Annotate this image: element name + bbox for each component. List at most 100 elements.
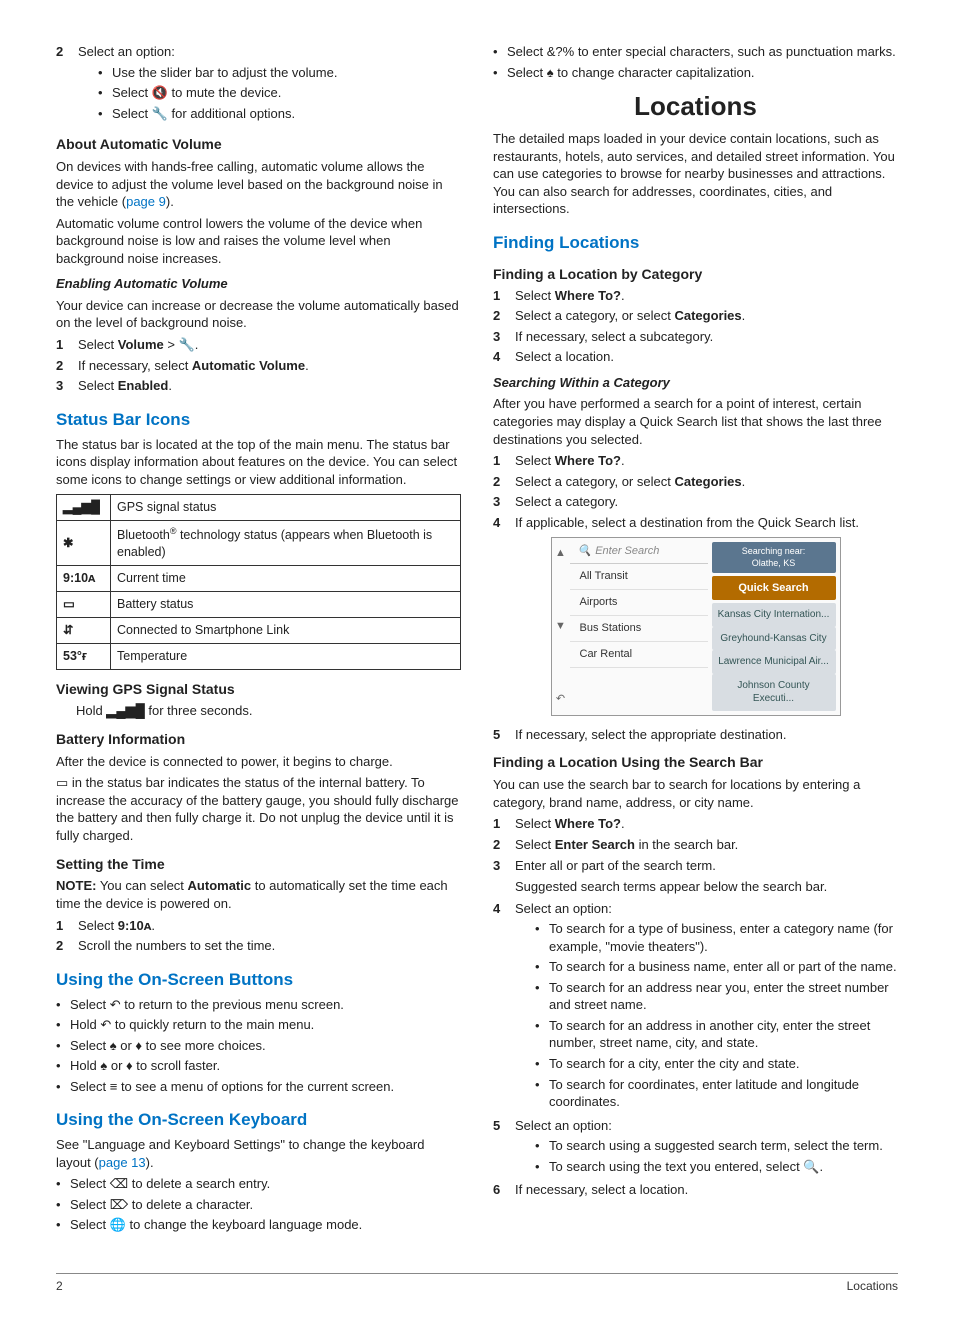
paragraph: Hold ▂▄▆█ for three seconds. <box>76 702 461 720</box>
step-text: Select 9:10ᴀ. <box>78 917 461 935</box>
step-number: 4 <box>493 514 507 532</box>
list-item: Select ≡ to see a menu of options for th… <box>56 1078 461 1096</box>
list-item: To search for coordinates, enter latitud… <box>535 1076 898 1111</box>
page-footer: 2 Locations <box>56 1273 898 1294</box>
list-item: Select ♠ or ♦ to see more choices. <box>56 1037 461 1055</box>
heading-finding-locations: Finding Locations <box>493 232 898 255</box>
heading-battery-info: Battery Information <box>56 730 461 749</box>
step-number: 1 <box>56 336 70 354</box>
step-number: 1 <box>56 917 70 935</box>
list-item: Select 🌐 to change the keyboard language… <box>56 1216 461 1234</box>
search-icon: 🔍 <box>578 544 592 559</box>
heading-on-screen-buttons: Using the On-Screen Buttons <box>56 969 461 992</box>
list-item: To search for a type of business, enter … <box>535 920 898 955</box>
step-text: Scroll the numbers to set the time. <box>78 937 461 955</box>
option-item: Use the slider bar to adjust the volume. <box>98 64 461 82</box>
step-number: 5 <box>493 726 507 744</box>
step-number: 5 <box>493 1117 507 1135</box>
quick-search-destination[interactable]: Lawrence Municipal Air... <box>712 650 836 674</box>
step-number: 3 <box>493 857 507 875</box>
list-item: To search for an address near you, enter… <box>535 979 898 1014</box>
step-number: 2 <box>493 836 507 854</box>
left-column: 2 Select an option: Use the slider bar t… <box>56 40 461 1237</box>
category-list-item[interactable]: Airports <box>570 590 708 616</box>
status-icons-table: ▂▄▆█GPS signal status✱Bluetooth® technol… <box>56 494 461 669</box>
status-icon-desc: Connected to Smartphone Link <box>111 617 461 643</box>
step-text: If applicable, select a destination from… <box>515 514 898 532</box>
heading-setting-time: Setting the Time <box>56 855 461 874</box>
up-arrow-icon: ▲ <box>555 546 566 561</box>
step-text: Select Where To?. <box>515 287 898 305</box>
step-text: If necessary, select the appropriate des… <box>515 727 786 742</box>
note: NOTE: You can select Automatic to automa… <box>56 877 461 912</box>
step-text: If necessary, select Automatic Volume. <box>78 357 461 375</box>
paragraph: See "Language and Keyboard Settings" to … <box>56 1136 461 1171</box>
heading-status-bar-icons: Status Bar Icons <box>56 409 461 432</box>
paragraph: ▭ in the status bar indicates the status… <box>56 774 461 844</box>
heading-about-automatic-volume: About Automatic Volume <box>56 135 461 154</box>
step-text: Select an option: <box>515 1118 612 1133</box>
step-text: Select a category, or select Categories. <box>515 307 898 325</box>
right-column: Select &?% to enter special characters, … <box>493 40 898 1237</box>
step-text: Select Where To?. <box>515 452 898 470</box>
page-link[interactable]: page 13 <box>99 1155 146 1170</box>
status-icon-glyph: 53°ғ <box>57 643 111 669</box>
status-icon-glyph: 9:10ᴀ <box>57 566 111 592</box>
step-number: 4 <box>493 900 507 918</box>
step-number: 2 <box>56 357 70 375</box>
paragraph: The status bar is located at the top of … <box>56 436 461 489</box>
step-text: Select an option: <box>515 901 612 916</box>
status-icon-desc: Current time <box>111 566 461 592</box>
quick-search-destination[interactable]: Johnson County Executi... <box>712 674 836 711</box>
status-icon-desc: Battery status <box>111 591 461 617</box>
option-item: Select 🔧 for additional options. <box>98 105 461 123</box>
step-text: If necessary, select a subcategory. <box>515 328 898 346</box>
step-number: 1 <box>493 452 507 470</box>
status-icon-desc: Bluetooth® technology status (appears wh… <box>111 521 461 566</box>
page-link[interactable]: page 9 <box>126 194 166 209</box>
paragraph: Suggested search terms appear below the … <box>515 878 898 896</box>
quick-search-button[interactable]: Quick Search <box>712 576 836 601</box>
step-number: 2 <box>56 43 70 61</box>
paragraph: The detailed maps loaded in your device … <box>493 130 898 218</box>
heading-by-category: Finding a Location by Category <box>493 265 898 284</box>
device-screenshot: ▲ ▼ ↶ 🔍 Enter Search All TransitAirports… <box>551 537 841 716</box>
heading-searching-within-category: Searching Within a Category <box>493 374 898 392</box>
paragraph: On devices with hands-free calling, auto… <box>56 158 461 211</box>
chapter-title: Locations <box>493 89 898 124</box>
down-arrow-icon: ▼ <box>555 619 566 634</box>
step-number: 3 <box>56 377 70 395</box>
status-icon-glyph: ▭ <box>57 591 111 617</box>
searching-near-badge[interactable]: Searching near: Olathe, KS <box>712 542 836 572</box>
status-icon-glyph: ▂▄▆█ <box>57 495 111 521</box>
category-list-item[interactable]: Car Rental <box>570 642 708 668</box>
list-item: To search for a city, enter the city and… <box>535 1055 898 1073</box>
step-text: Select an option: <box>78 44 175 59</box>
category-list-item[interactable]: Bus Stations <box>570 616 708 642</box>
quick-search-destination[interactable]: Greyhound-Kansas City <box>712 627 836 651</box>
step-text: If necessary, select a location. <box>515 1182 688 1197</box>
step-text: Select Enter Search in the search bar. <box>515 836 898 854</box>
list-item: To search using the text you entered, se… <box>535 1158 898 1176</box>
step-number: 3 <box>493 493 507 511</box>
page-number: 2 <box>56 1278 63 1294</box>
step-text: Select Volume > 🔧. <box>78 336 461 354</box>
category-list-item[interactable]: All Transit <box>570 564 708 590</box>
status-icon-desc: Temperature <box>111 643 461 669</box>
step-number: 2 <box>493 307 507 325</box>
step-number: 2 <box>56 937 70 955</box>
list-item: Hold ↶ to quickly return to the main men… <box>56 1016 461 1034</box>
step-text: Select a location. <box>515 348 898 366</box>
step-number: 3 <box>493 328 507 346</box>
quick-search-destination[interactable]: Kansas City Internation... <box>712 603 836 627</box>
step-number: 1 <box>493 815 507 833</box>
list-item: Select ⌦ to delete a character. <box>56 1196 461 1214</box>
heading-on-screen-keyboard: Using the On-Screen Keyboard <box>56 1109 461 1132</box>
status-icon-desc: GPS signal status <box>111 495 461 521</box>
search-bar[interactable]: 🔍 Enter Search <box>570 540 708 564</box>
step-number: 2 <box>493 473 507 491</box>
option-item: Select 🔇 to mute the device. <box>98 84 461 102</box>
footer-section: Locations <box>847 1278 898 1294</box>
step-number: 4 <box>493 348 507 366</box>
step-number: 6 <box>493 1181 507 1199</box>
